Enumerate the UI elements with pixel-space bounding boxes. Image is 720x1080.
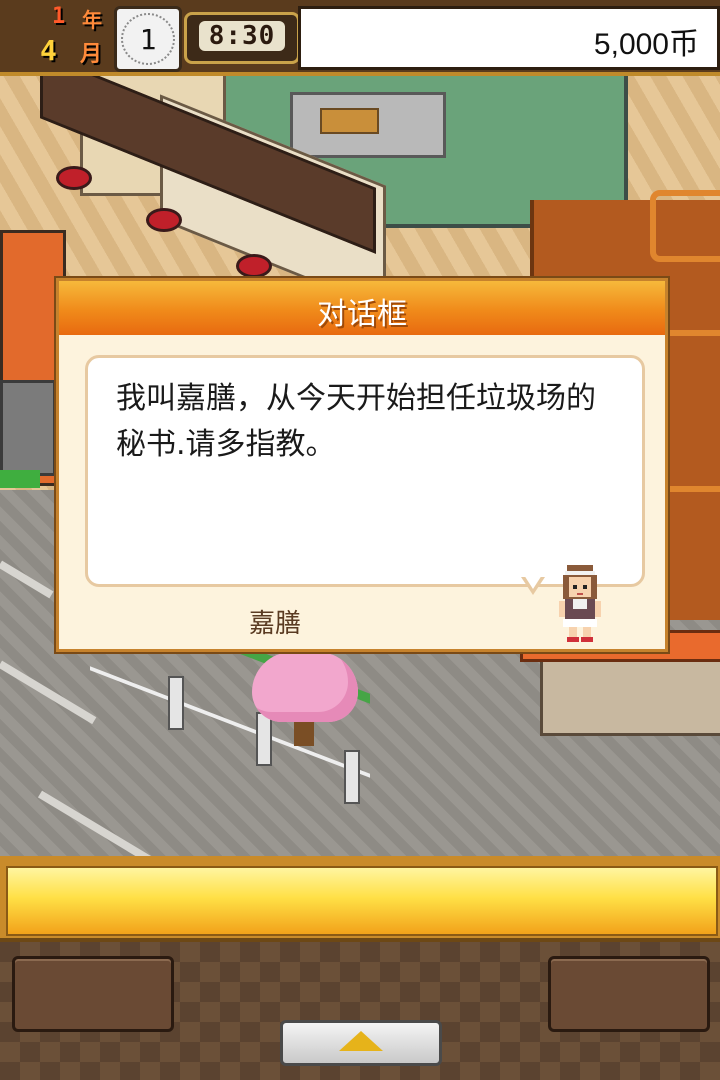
week-value: 1	[139, 23, 157, 56]
road-marking	[0, 560, 54, 599]
speech-bubble-tail-inner	[524, 575, 542, 589]
fence-post	[168, 676, 184, 730]
month-unit: 月	[80, 42, 103, 67]
time-display: 8:30	[184, 12, 300, 64]
speech-bubble: 我叫嘉膳，从今天开始担任垃圾场的秘书.请多指教。	[85, 355, 645, 587]
floor-trim	[650, 190, 720, 262]
road-marking	[37, 790, 214, 860]
stool	[56, 166, 92, 190]
week-clock: 1	[114, 6, 182, 72]
dialog-box[interactable]: 对话框 我叫嘉膳，从今天开始担任垃圾场的秘书.请多指教。 嘉膳	[56, 278, 668, 652]
road-marking	[0, 660, 97, 725]
month-value: 4	[40, 34, 57, 67]
floor-trim	[660, 330, 720, 492]
expand-menu-button[interactable]	[280, 1020, 442, 1066]
dialog-message: 我叫嘉膳，从今天开始担任垃圾场的秘书.请多指教。	[116, 381, 596, 462]
message-bar	[0, 856, 720, 942]
date-display: 1 年 4 月	[4, 4, 108, 67]
fence-post	[344, 750, 360, 804]
top-hud: 1 年 4 月 1 8:30 5,000币	[0, 0, 720, 76]
speaker-name: 嘉膳	[249, 609, 302, 639]
money-value: 5,000币	[593, 28, 699, 61]
year-value: 1	[52, 4, 66, 29]
fence-post	[256, 712, 272, 766]
left-stall-shutter	[0, 380, 56, 476]
up-arrow-icon	[339, 1031, 383, 1051]
dialog-title-bar: 对话框	[59, 281, 665, 335]
money-display: 5,000币	[298, 6, 720, 70]
time-value: 8:30	[199, 21, 285, 51]
bottom-panel	[0, 856, 720, 1080]
dialog-title: 对话框	[317, 297, 407, 332]
left-menu-button[interactable]	[12, 956, 174, 1032]
right-menu-button[interactable]	[548, 956, 710, 1032]
year-unit: 年	[82, 8, 102, 32]
message-bar-fill	[6, 866, 718, 936]
cherry-tree	[252, 652, 358, 722]
secretary-portrait-icon	[559, 565, 601, 642]
grass-patch	[0, 470, 40, 488]
stool	[236, 254, 272, 278]
grill	[320, 108, 379, 134]
stool	[146, 208, 182, 232]
